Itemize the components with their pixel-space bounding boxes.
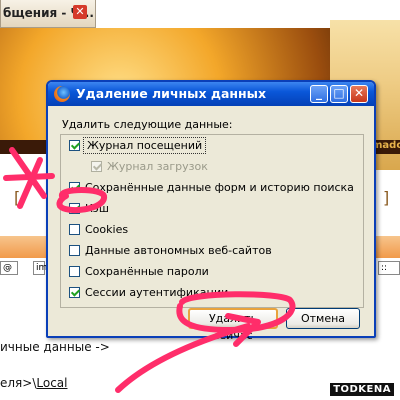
option-label: Данные автономных веб-сайтов: [85, 244, 272, 257]
option-label: Журнал посещений: [82, 137, 207, 154]
dialog-prompt: Удалить следующие данные:: [62, 118, 233, 131]
firefox-icon: [54, 86, 70, 102]
page-bracket-right: ]: [383, 188, 390, 207]
background-brand-text: mado: [372, 140, 400, 151]
checkbox[interactable]: [69, 202, 80, 214]
option-offline-data[interactable]: Данные автономных веб-сайтов: [69, 244, 272, 257]
option-cache[interactable]: Кэш: [69, 202, 109, 215]
checkbox[interactable]: [69, 286, 80, 298]
checkbox: [91, 160, 102, 172]
option-downloads: Журнал загрузок: [91, 160, 208, 173]
option-form-data[interactable]: Сохранённые данные форм и историю поиска: [69, 181, 354, 194]
page-text-line: ичные данные ->: [0, 340, 110, 354]
checkbox[interactable]: [69, 181, 80, 193]
tab-close-icon[interactable]: ✕: [73, 5, 87, 19]
cancel-button[interactable]: Отмена: [286, 308, 360, 329]
maximize-icon[interactable]: □: [330, 85, 348, 103]
watermark: TODKENA: [330, 383, 394, 396]
clear-private-data-dialog: Удаление личных данных _ □ ✕ Удалить сле…: [46, 80, 376, 342]
option-label: Cookies: [85, 223, 129, 236]
minimize-icon[interactable]: _: [310, 85, 328, 103]
dialog-titlebar[interactable]: Удаление личных данных _ □ ✕: [48, 82, 374, 106]
page-bracket-left: [: [14, 188, 21, 207]
option-label: Кэш: [85, 202, 109, 215]
page-path-line: еля>\Local: [0, 376, 67, 390]
close-icon[interactable]: ✕: [350, 85, 368, 103]
option-label: Сессии аутентификации: [85, 286, 229, 299]
checkbox[interactable]: [69, 139, 80, 151]
page-field-c[interactable]: ::: [378, 261, 400, 275]
browser-tab[interactable]: бщения - Ч... ✕: [0, 0, 96, 28]
options-group: Журнал посещений Журнал загрузок Сохранё…: [60, 134, 364, 308]
checkbox[interactable]: [69, 244, 80, 256]
option-label: Сохранённые пароли: [85, 265, 209, 278]
delete-now-button[interactable]: Удалить сейчас: [188, 308, 278, 342]
option-label: Сохранённые данные форм и историю поиска: [85, 181, 354, 194]
page-field-b[interactable]: im: [33, 261, 47, 275]
option-passwords[interactable]: Сохранённые пароли: [69, 265, 209, 278]
page-path-link[interactable]: Local: [36, 376, 67, 390]
option-label: Журнал загрузок: [107, 160, 208, 173]
option-sessions[interactable]: Сессии аутентификации: [69, 286, 228, 299]
dialog-title: Удаление личных данных: [76, 86, 267, 101]
option-cookies[interactable]: Cookies: [69, 223, 128, 236]
option-history[interactable]: Журнал посещений: [69, 137, 207, 154]
page-path-prefix: еля>\: [0, 376, 37, 390]
checkbox[interactable]: [69, 223, 80, 235]
page-field-a[interactable]: @: [0, 261, 18, 275]
checkbox[interactable]: [69, 265, 80, 277]
